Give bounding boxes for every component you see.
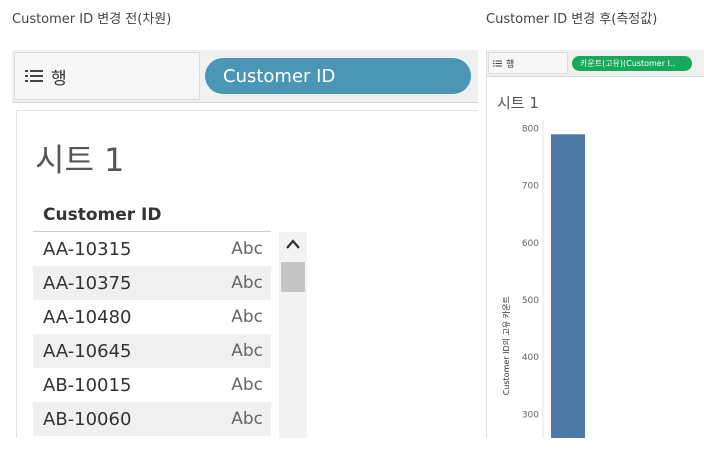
table-row[interactable]: AB-10015 Abc <box>33 368 271 402</box>
customer-id-cell: AB-10060 <box>43 408 132 430</box>
table-row[interactable]: AA-10375 Abc <box>33 266 271 300</box>
customer-id-cell: AB-10015 <box>43 374 132 396</box>
y-tick-label: 600 <box>522 239 539 249</box>
before-screenshot: 행 Customer ID 시트 1 Customer ID AA-10315 A… <box>12 50 478 438</box>
chevron-up-icon[interactable] <box>285 238 301 250</box>
data-type-label: Abc <box>231 375 263 395</box>
rows-shelf-text: 행 <box>51 68 67 89</box>
sheet-view: 시트 1 Customer ID AA-10315 Abc AA-10375 Abc… <box>16 110 478 438</box>
sheet-title: 시트 1 <box>35 141 125 179</box>
data-type-label: Abc <box>231 273 263 293</box>
column-header-customer-id[interactable]: Customer ID <box>43 205 162 225</box>
customer-id-cell: AA-10480 <box>43 306 132 328</box>
count-distinct-pill[interactable]: 카운트(고유)(Customer I.. <box>572 56 692 71</box>
table-row[interactable]: AA-10645 Abc <box>33 334 271 368</box>
customer-id-cell: AA-10645 <box>43 340 132 362</box>
y-tick-label: 500 <box>522 296 539 306</box>
vertical-scrollbar[interactable] <box>279 232 307 438</box>
y-tick-label: 400 <box>522 353 539 363</box>
rows-shelf: 행 카운트(고유)(Customer I.. <box>487 50 704 77</box>
y-tick-label: 800 <box>522 125 539 135</box>
y-tick-label: 300 <box>522 410 539 420</box>
bar-chart: 800 700 600 500 400 300 Customer ID의 고유 카운트 <box>501 120 585 438</box>
customer-id-pill[interactable]: Customer ID <box>205 58 471 94</box>
rows-shelf-text: 행 <box>506 59 515 70</box>
rows-shelf-label: 행 <box>488 52 568 74</box>
caption-after: Customer ID 변경 후(측정값) <box>486 12 658 27</box>
bar-distinct-count[interactable] <box>551 134 585 438</box>
data-type-label: Abc <box>231 239 263 259</box>
list-icon <box>25 70 43 82</box>
y-tick-label: 700 <box>522 182 539 192</box>
customer-id-cell: AA-10375 <box>43 272 132 294</box>
data-type-label: Abc <box>231 341 263 361</box>
customer-id-list: AA-10315 Abc AA-10375 Abc AA-10480 Abc AA-1… <box>33 232 271 436</box>
scrollbar-thumb[interactable] <box>281 262 305 292</box>
table-row[interactable]: AA-10315 Abc <box>33 232 271 266</box>
table-row[interactable]: AB-10060 Abc <box>33 402 271 436</box>
rows-shelf: 행 Customer ID <box>12 50 478 103</box>
rows-shelf-label: 행 <box>14 52 200 100</box>
list-icon <box>493 60 502 66</box>
data-type-label: Abc <box>231 409 263 429</box>
sheet-title: 시트 1 <box>497 94 539 112</box>
after-screenshot: 행 카운트(고유)(Customer I.. 시트 1 800 700 600 500… <box>486 50 704 438</box>
caption-before: Customer ID 변경 전(차원) <box>12 12 172 27</box>
data-type-label: Abc <box>231 307 263 327</box>
table-row[interactable]: AA-10480 Abc <box>33 300 271 334</box>
y-axis-label: Customer ID의 고유 카운트 <box>501 296 511 395</box>
customer-id-cell: AA-10315 <box>43 238 132 260</box>
